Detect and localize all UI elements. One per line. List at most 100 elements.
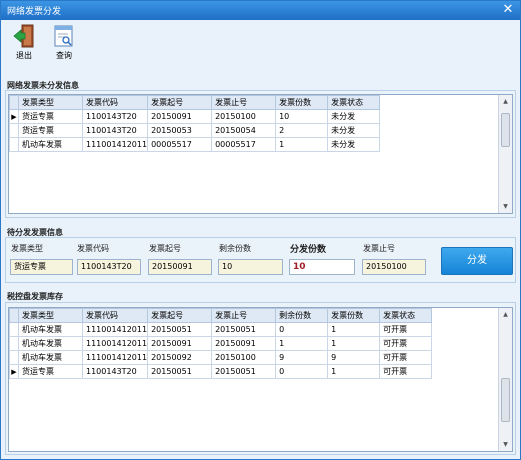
table-cell[interactable]: 1: [327, 364, 381, 379]
table-row[interactable]: 机动车发票 111001412011 20150092 20150100 9 9 可开票: [9, 350, 433, 365]
table-cell[interactable]: 未分发: [327, 109, 381, 124]
inventory-title: 税控盘发票库存: [7, 292, 63, 301]
table-cell[interactable]: 111001412011: [81, 137, 149, 152]
table-row[interactable]: ▶ 货运专票 1100143T20 20150051 20150051 0 1 可开票: [9, 364, 433, 379]
pending-start-label: 发票起号: [149, 244, 181, 253]
table-cell[interactable]: 20150091: [211, 336, 277, 351]
table-cell[interactable]: 1100143T20: [81, 364, 149, 379]
table-row[interactable]: 机动车发票 111001412011 00005517 00005517 1 未分发: [9, 137, 381, 152]
scroll-up-icon[interactable]: ▲: [499, 308, 512, 321]
table-row[interactable]: 机动车发票 111001412011 20150091 20150091 1 1 可开票: [9, 336, 433, 351]
pending-remaining-label: 剩余份数: [219, 244, 251, 253]
table-cell[interactable]: 111001412011: [81, 350, 149, 365]
pending-end-field[interactable]: 20150100: [362, 259, 426, 275]
query-button[interactable]: 查询: [49, 24, 79, 61]
row-pointer-icon: ▶: [11, 113, 17, 121]
title-bar: 网络发票分发 ✕: [1, 1, 520, 20]
table-cell[interactable]: 货运专票: [18, 123, 83, 138]
pending-type-label: 发票类型: [11, 244, 43, 253]
undistributed-grid: 发票类型 发票代码 发票起号 发票止号 发票份数 发票状态 ▶ 货运专票 1100143T20…: [8, 94, 513, 214]
table-cell[interactable]: 20150091: [147, 109, 213, 124]
table-cell[interactable]: 2: [275, 123, 329, 138]
scroll-thumb[interactable]: [501, 113, 510, 147]
scroll-up-icon[interactable]: ▲: [499, 95, 512, 108]
pending-code-label: 发票代码: [77, 244, 109, 253]
table-cell[interactable]: 未分发: [327, 137, 381, 152]
column-header[interactable]: 发票类型: [18, 308, 83, 323]
table-cell[interactable]: 机动车发票: [18, 350, 83, 365]
table-cell[interactable]: 20150051: [211, 364, 277, 379]
table-cell[interactable]: 0: [275, 322, 329, 337]
scroll-down-icon[interactable]: ▼: [499, 438, 512, 451]
scroll-thumb[interactable]: [501, 378, 510, 422]
distribute-button[interactable]: 分发: [441, 247, 513, 275]
table-cell[interactable]: 20150091: [147, 336, 213, 351]
table-cell[interactable]: 可开票: [379, 336, 433, 351]
table-cell[interactable]: 20150100: [211, 350, 277, 365]
row-indicator: [9, 137, 19, 152]
table-cell[interactable]: 10: [275, 109, 329, 124]
table-row[interactable]: 机动车发票 111001412011 20150051 20150051 0 1 可开票: [9, 322, 433, 337]
table-cell[interactable]: 20150054: [211, 123, 277, 138]
pending-start-field[interactable]: 20150091: [148, 259, 212, 275]
column-header[interactable]: 发票代码: [81, 95, 149, 110]
table-cell[interactable]: 货运专票: [18, 364, 83, 379]
column-header[interactable]: 发票代码: [81, 308, 149, 323]
table-cell[interactable]: 可开票: [379, 364, 433, 379]
table-cell[interactable]: 机动车发票: [18, 322, 83, 337]
table-cell[interactable]: 可开票: [379, 322, 433, 337]
table-cell[interactable]: 111001412011: [81, 322, 149, 337]
table-row[interactable]: ▶ 货运专票 1100143T20 20150091 20150100 10 未分发: [9, 109, 381, 124]
table-row[interactable]: 货运专票 1100143T20 20150053 20150054 2 未分发: [9, 123, 381, 138]
table-cell[interactable]: 00005517: [211, 137, 277, 152]
pending-code-field[interactable]: 1100143T20: [77, 259, 141, 275]
table-cell[interactable]: 1: [327, 322, 381, 337]
table-cell[interactable]: 20150051: [211, 322, 277, 337]
table-cell[interactable]: 9: [327, 350, 381, 365]
column-header[interactable]: 发票状态: [379, 308, 433, 323]
column-header[interactable]: 发票起号: [147, 308, 213, 323]
column-header[interactable]: 剩余份数: [275, 308, 329, 323]
column-header[interactable]: 发票类型: [18, 95, 83, 110]
column-header[interactable]: 发票起号: [147, 95, 213, 110]
inventory-scrollbar[interactable]: ▲ ▼: [498, 308, 512, 451]
column-header[interactable]: 发票止号: [211, 308, 277, 323]
table-cell[interactable]: 1: [327, 336, 381, 351]
column-header[interactable]: 发票止号: [211, 95, 277, 110]
table-cell[interactable]: 1100143T20: [81, 123, 149, 138]
distribute-count-input[interactable]: 10: [289, 259, 355, 275]
exit-button[interactable]: 退出: [9, 24, 39, 61]
table-cell[interactable]: 货运专票: [18, 109, 83, 124]
pending-type-field[interactable]: 货运专票: [10, 259, 73, 275]
row-indicator-header: [9, 308, 19, 323]
table-cell[interactable]: 0: [275, 364, 329, 379]
table-cell[interactable]: 机动车发票: [18, 137, 83, 152]
table-cell[interactable]: 可开票: [379, 350, 433, 365]
pending-remaining-field[interactable]: 10: [218, 259, 283, 275]
undistributed-scrollbar[interactable]: ▲ ▼: [498, 95, 512, 213]
table-cell[interactable]: 9: [275, 350, 329, 365]
table-cell[interactable]: 20150092: [147, 350, 213, 365]
scroll-down-icon[interactable]: ▼: [499, 200, 512, 213]
column-header[interactable]: 发票状态: [327, 95, 381, 110]
table-cell[interactable]: 00005517: [147, 137, 213, 152]
table-cell[interactable]: 未分发: [327, 123, 381, 138]
row-indicator: [9, 322, 19, 337]
table-cell[interactable]: 1: [275, 336, 329, 351]
column-header[interactable]: 发票份数: [327, 308, 381, 323]
row-indicator: [9, 123, 19, 138]
column-header[interactable]: 发票份数: [275, 95, 329, 110]
inventory-grid: 发票类型 发票代码 发票起号 发票止号 剩余份数 发票份数 发票状态 机动车发票 111001…: [8, 307, 513, 452]
table-cell[interactable]: 20150051: [147, 364, 213, 379]
row-indicator-current: ▶: [9, 364, 19, 379]
row-pointer-icon: ▶: [11, 368, 17, 376]
table-cell[interactable]: 111001412011: [81, 336, 149, 351]
table-cell[interactable]: 1100143T20: [81, 109, 149, 124]
table-cell[interactable]: 20150051: [147, 322, 213, 337]
table-cell[interactable]: 1: [275, 137, 329, 152]
table-cell[interactable]: 20150053: [147, 123, 213, 138]
close-icon[interactable]: ✕: [500, 2, 516, 18]
table-cell[interactable]: 20150100: [211, 109, 277, 124]
table-cell[interactable]: 机动车发票: [18, 336, 83, 351]
row-indicator-current: ▶: [9, 109, 19, 124]
